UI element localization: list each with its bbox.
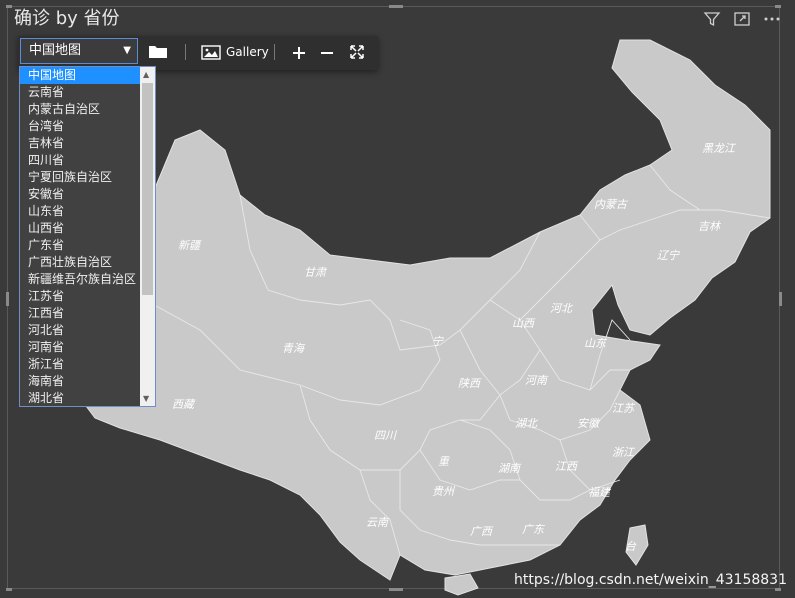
label-anhui: 安徽 [577, 417, 601, 430]
mainland-shape [79, 39, 771, 581]
dropdown-option[interactable]: 吉林省 [20, 135, 155, 152]
zoom-out-icon[interactable] [320, 45, 334, 64]
label-neimenggu: 内蒙古 [594, 198, 629, 211]
label-hebei: 河北 [550, 302, 574, 315]
filter-icon[interactable] [703, 10, 721, 28]
dropdown-option[interactable]: 云南省 [20, 84, 155, 101]
map-select[interactable]: 中国地图 ▼ [20, 38, 138, 64]
label-jilin: 吉林 [698, 220, 722, 233]
label-sichuan: 四川 [374, 429, 397, 442]
label-shanxi: 山西 [512, 317, 536, 330]
map-select-value: 中国地图 [29, 43, 82, 58]
label-shandong: 山东 [584, 337, 608, 350]
folder-icon[interactable] [148, 43, 168, 63]
dropdown-option[interactable]: 台湾省 [20, 118, 155, 135]
dropdown-scrollbar[interactable]: ▲ ▼ [140, 67, 155, 406]
dropdown-option[interactable]: 山西省 [20, 220, 155, 237]
dropdown-option[interactable]: 新疆维吾尔族自治区 [20, 271, 155, 288]
label-henan: 河南 [525, 374, 549, 387]
label-hubei: 湖北 [515, 417, 539, 430]
dropdown-option[interactable]: 海南省 [20, 373, 155, 390]
dropdown-option[interactable]: 广东省 [20, 237, 155, 254]
dropdown-option[interactable]: 山东省 [20, 203, 155, 220]
label-taiwan: 台 [625, 540, 637, 553]
dropdown-option[interactable]: 河北省 [20, 322, 155, 339]
gallery-button[interactable]: Gallery [226, 45, 269, 59]
more-options-icon[interactable] [763, 10, 781, 28]
label-gansu: 甘肃 [304, 266, 328, 279]
hainan-shape [444, 573, 479, 596]
dropdown-option[interactable]: 湖北省 [20, 390, 155, 406]
label-xinjiang: 新疆 [178, 239, 202, 252]
dropdown-option[interactable]: 中国地图 [20, 67, 155, 84]
label-zhejiang: 浙江 [612, 446, 635, 459]
scroll-down-icon[interactable]: ▼ [143, 394, 149, 403]
visual-header-icons [703, 10, 781, 28]
label-xizang: 西藏 [172, 398, 196, 411]
zoom-in-icon[interactable] [292, 45, 306, 64]
map-dropdown-list[interactable]: 中国地图 云南省 内蒙古自治区 台湾省 吉林省 四川省 宁夏回族自治区 安徽省 山东省 山西省 广东… [19, 66, 156, 407]
label-yunnan: 云南 [366, 516, 390, 529]
label-hunan: 湖南 [498, 462, 522, 475]
scroll-up-icon[interactable]: ▲ [143, 70, 149, 79]
dropdown-options: 中国地图 云南省 内蒙古自治区 台湾省 吉林省 四川省 宁夏回族自治区 安徽省 山东省 山西省 广东… [20, 67, 155, 406]
scrollbar-thumb[interactable] [142, 83, 153, 295]
gallery-icon[interactable] [201, 44, 221, 64]
chevron-down-icon[interactable]: ▼ [123, 39, 131, 63]
dropdown-option[interactable]: 宁夏回族自治区 [20, 169, 155, 186]
dropdown-option[interactable]: 四川省 [20, 152, 155, 169]
focus-mode-icon[interactable] [733, 10, 751, 28]
label-guangxi: 广西 [470, 525, 494, 538]
label-ningxia: 宁 [432, 335, 444, 348]
label-guizhou: 贵州 [432, 485, 456, 498]
visual-title: 确诊 by 省份 [14, 8, 120, 29]
label-qinghai: 青海 [282, 342, 306, 355]
dropdown-option[interactable]: 广西壮族自治区 [20, 254, 155, 271]
dropdown-option[interactable]: 安徽省 [20, 186, 155, 203]
dropdown-option[interactable]: 内蒙古自治区 [20, 101, 155, 118]
label-jiangsu: 江苏 [612, 402, 636, 415]
fit-icon[interactable] [349, 44, 365, 64]
map-toolbar: 中国地图 ▼ Gallery [18, 36, 378, 70]
label-liaoning: 辽宁 [657, 249, 680, 262]
dropdown-option[interactable]: 浙江省 [20, 356, 155, 373]
dropdown-option[interactable]: 河南省 [20, 339, 155, 356]
label-heilongjiang: 黑龙江 [702, 142, 736, 155]
label-fujian: 福建 [588, 486, 612, 499]
dropdown-option[interactable]: 江苏省 [20, 288, 155, 305]
toolbar-divider [185, 44, 186, 60]
watermark-url: https://blog.csdn.net/weixin_43158831 [513, 572, 787, 588]
label-shaanxi: 陕西 [458, 377, 482, 390]
dropdown-option[interactable]: 江西省 [20, 305, 155, 322]
label-jiangxi: 江西 [555, 460, 579, 473]
label-guangdong: 广东 [522, 523, 546, 536]
toolbar-divider [274, 44, 275, 60]
